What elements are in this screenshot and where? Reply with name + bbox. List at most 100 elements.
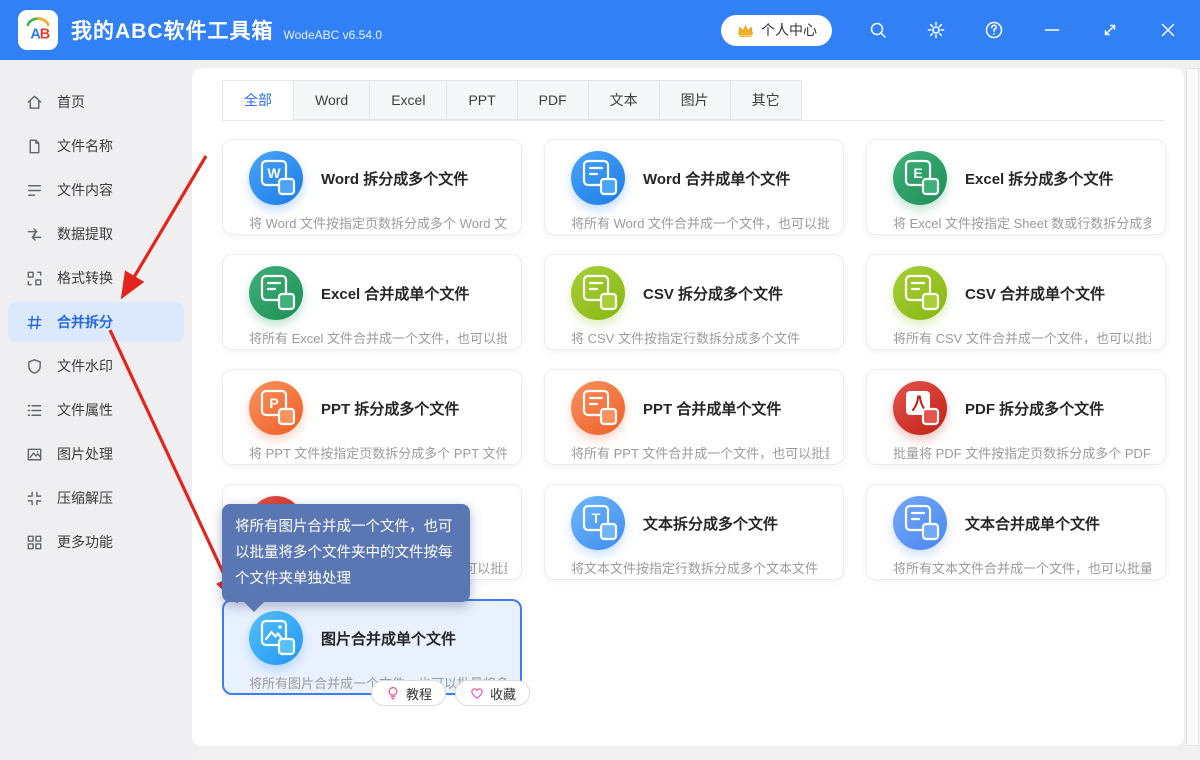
tab-label: Word	[315, 92, 348, 108]
card-title: Word 拆分成多个文件	[321, 168, 468, 189]
sidebar-item-label: 首页	[57, 92, 85, 112]
card-desc: 将所有文本文件合并成一个文件，也可以批量将多	[893, 558, 1151, 577]
tab-label: PDF	[539, 92, 567, 108]
titlebar: A B 我的ABC软件工具箱 WodeABC v6.54.0 个人中心	[0, 0, 1200, 60]
watermark-icon	[25, 357, 44, 376]
home-icon	[25, 93, 44, 112]
sidebar-item-more[interactable]: 更多功能	[8, 522, 184, 562]
app-version: WodeABC v6.54.0	[284, 28, 383, 42]
tool-icon	[571, 381, 625, 435]
card-title: 文本合并成单个文件	[965, 513, 1100, 534]
card-desc: 将 CSV 文件按指定行数拆分成多个文件	[571, 328, 829, 347]
main-area: 全部 Word Excel PPT PDF 文本 图片 其它 W Word 拆分…	[192, 60, 1200, 760]
tool-card-0[interactable]: W Word 拆分成多个文件 将 Word 文件按指定页数拆分成多个 Word …	[222, 139, 522, 235]
app-window: A B 我的ABC软件工具箱 WodeABC v6.54.0 个人中心	[0, 0, 1200, 760]
tool-icon	[893, 266, 947, 320]
tab-label: 文本	[610, 92, 638, 108]
card-desc: 将 Word 文件按指定页数拆分成多个 Word 文件	[249, 213, 507, 232]
sidebar-item-merge[interactable]: 合并拆分	[8, 302, 184, 342]
sidebar-item-label: 文件内容	[57, 180, 113, 200]
app-logo: A B	[18, 10, 58, 50]
sidebar-item-home[interactable]: 首页	[8, 82, 184, 122]
tab-7[interactable]: 其它	[731, 80, 802, 120]
sidebar-item-image[interactable]: 图片处理	[8, 434, 184, 474]
card-action-buttons: 教程 收藏	[371, 680, 530, 706]
card-title: Excel 合并成单个文件	[321, 283, 469, 304]
settings-icon[interactable]	[924, 18, 948, 42]
card-title: PPT 合并成单个文件	[643, 398, 781, 419]
personal-center-button[interactable]: 个人中心	[721, 15, 832, 46]
close-icon[interactable]	[1156, 18, 1180, 42]
ab-logo-icon: A B	[21, 13, 55, 47]
tool-card-10[interactable]: T 文本拆分成多个文件 将文本文件按指定行数拆分成多个文本文件	[544, 484, 844, 580]
card-title: CSV 合并成单个文件	[965, 283, 1105, 304]
tool-card-1[interactable]: Word 合并成单个文件 将所有 Word 文件合并成一个文件，也可以批量将多	[544, 139, 844, 235]
merge-icon	[25, 313, 44, 332]
tool-icon	[893, 381, 947, 435]
tutorial-button[interactable]: 教程	[371, 680, 446, 706]
tab-1[interactable]: Word	[294, 80, 370, 120]
props-icon	[25, 401, 44, 420]
tab-2[interactable]: Excel	[370, 80, 447, 120]
sidebar-item-zip[interactable]: 压缩解压	[8, 478, 184, 518]
crown-icon	[736, 21, 755, 40]
tool-card-5[interactable]: CSV 合并成单个文件 将所有 CSV 文件合并成一个文件，也可以批量将多	[866, 254, 1166, 350]
bulb-icon	[385, 685, 401, 701]
tool-icon	[571, 151, 625, 205]
card-title: Word 合并成单个文件	[643, 168, 790, 189]
sidebar-item-watermark[interactable]: 文件水印	[8, 346, 184, 386]
tab-0[interactable]: 全部	[222, 80, 294, 120]
card-title: 图片合并成单个文件	[321, 628, 456, 649]
tool-icon	[249, 611, 303, 665]
card-desc: 将所有 PPT 文件合并成一个文件，也可以批量将多	[571, 443, 829, 462]
action-label: 收藏	[490, 684, 516, 703]
tool-card-12[interactable]: 图片合并成单个文件 将所有图片合并成一个文件，也可以批量将多个文 教程 收藏	[222, 599, 522, 695]
tab-3[interactable]: PPT	[447, 80, 517, 120]
card-desc: 将所有 CSV 文件合并成一个文件，也可以批量将多	[893, 328, 1151, 347]
card-desc: 将 PPT 文件按指定页数拆分成多个 PPT 文件	[249, 443, 507, 462]
tool-icon	[893, 496, 947, 550]
tool-icon	[571, 266, 625, 320]
tool-card-4[interactable]: CSV 拆分成多个文件 将 CSV 文件按指定行数拆分成多个文件	[544, 254, 844, 350]
minimize-icon[interactable]	[1040, 18, 1064, 42]
tool-card-8[interactable]: PDF 拆分成多个文件 批量将 PDF 文件按指定页数拆分成多个 PDF 文件	[866, 369, 1166, 465]
sidebar-item-label: 图片处理	[57, 444, 113, 464]
sidebar-item-extract[interactable]: 数据提取	[8, 214, 184, 254]
tab-5[interactable]: 文本	[589, 80, 660, 120]
tool-card-6[interactable]: P PPT 拆分成多个文件 将 PPT 文件按指定页数拆分成多个 PPT 文件	[222, 369, 522, 465]
sidebar-item-file[interactable]: 文件名称	[8, 126, 184, 166]
tooltip-text: 将所有图片合并成一个文件，也可以批量将多个文件夹中的文件按每个文件夹单独处理	[235, 519, 453, 587]
tab-6[interactable]: 图片	[660, 80, 731, 120]
tool-card-7[interactable]: PPT 合并成单个文件 将所有 PPT 文件合并成一个文件，也可以批量将多	[544, 369, 844, 465]
extract-icon	[25, 225, 44, 244]
card-title: PPT 拆分成多个文件	[321, 398, 459, 419]
tab-4[interactable]: PDF	[518, 80, 589, 120]
sidebar: 首页 文件名称 文件内容 数据提取 格式转换 合并拆分 文件水印 文件属性 图片…	[0, 60, 192, 760]
more-icon	[25, 533, 44, 552]
tool-card-2[interactable]: E Excel 拆分成多个文件 将 Excel 文件按指定 Sheet 数或行数…	[866, 139, 1166, 235]
tool-card-11[interactable]: 文本合并成单个文件 将所有文本文件合并成一个文件，也可以批量将多	[866, 484, 1166, 580]
sidebar-item-label: 数据提取	[57, 224, 113, 244]
search-icon[interactable]	[866, 18, 890, 42]
file-icon	[25, 137, 44, 156]
vertical-scrollbar[interactable]	[1186, 68, 1199, 746]
personal-center-label: 个人中心	[761, 20, 817, 40]
svg-text:E: E	[913, 165, 922, 181]
tab-label: Excel	[391, 92, 425, 108]
heart-icon	[469, 685, 485, 701]
tool-card-3[interactable]: Excel 合并成单个文件 将所有 Excel 文件合并成一个文件，也可以批量将…	[222, 254, 522, 350]
help-icon[interactable]	[982, 18, 1006, 42]
favorite-button[interactable]: 收藏	[455, 680, 530, 706]
resize-icon[interactable]	[1098, 18, 1122, 42]
tab-label: 全部	[244, 92, 272, 108]
titlebar-controls: 个人中心	[721, 15, 1180, 46]
card-title: 文本拆分成多个文件	[643, 513, 778, 534]
action-label: 教程	[406, 684, 432, 703]
tab-label: 图片	[681, 92, 709, 108]
image-icon	[25, 445, 44, 464]
tab-label: PPT	[468, 92, 495, 108]
sidebar-item-convert[interactable]: 格式转换	[8, 258, 184, 298]
sidebar-item-content[interactable]: 文件内容	[8, 170, 184, 210]
card-desc: 将 Excel 文件按指定 Sheet 数或行数拆分成多个 Exc	[893, 213, 1151, 232]
sidebar-item-props[interactable]: 文件属性	[8, 390, 184, 430]
